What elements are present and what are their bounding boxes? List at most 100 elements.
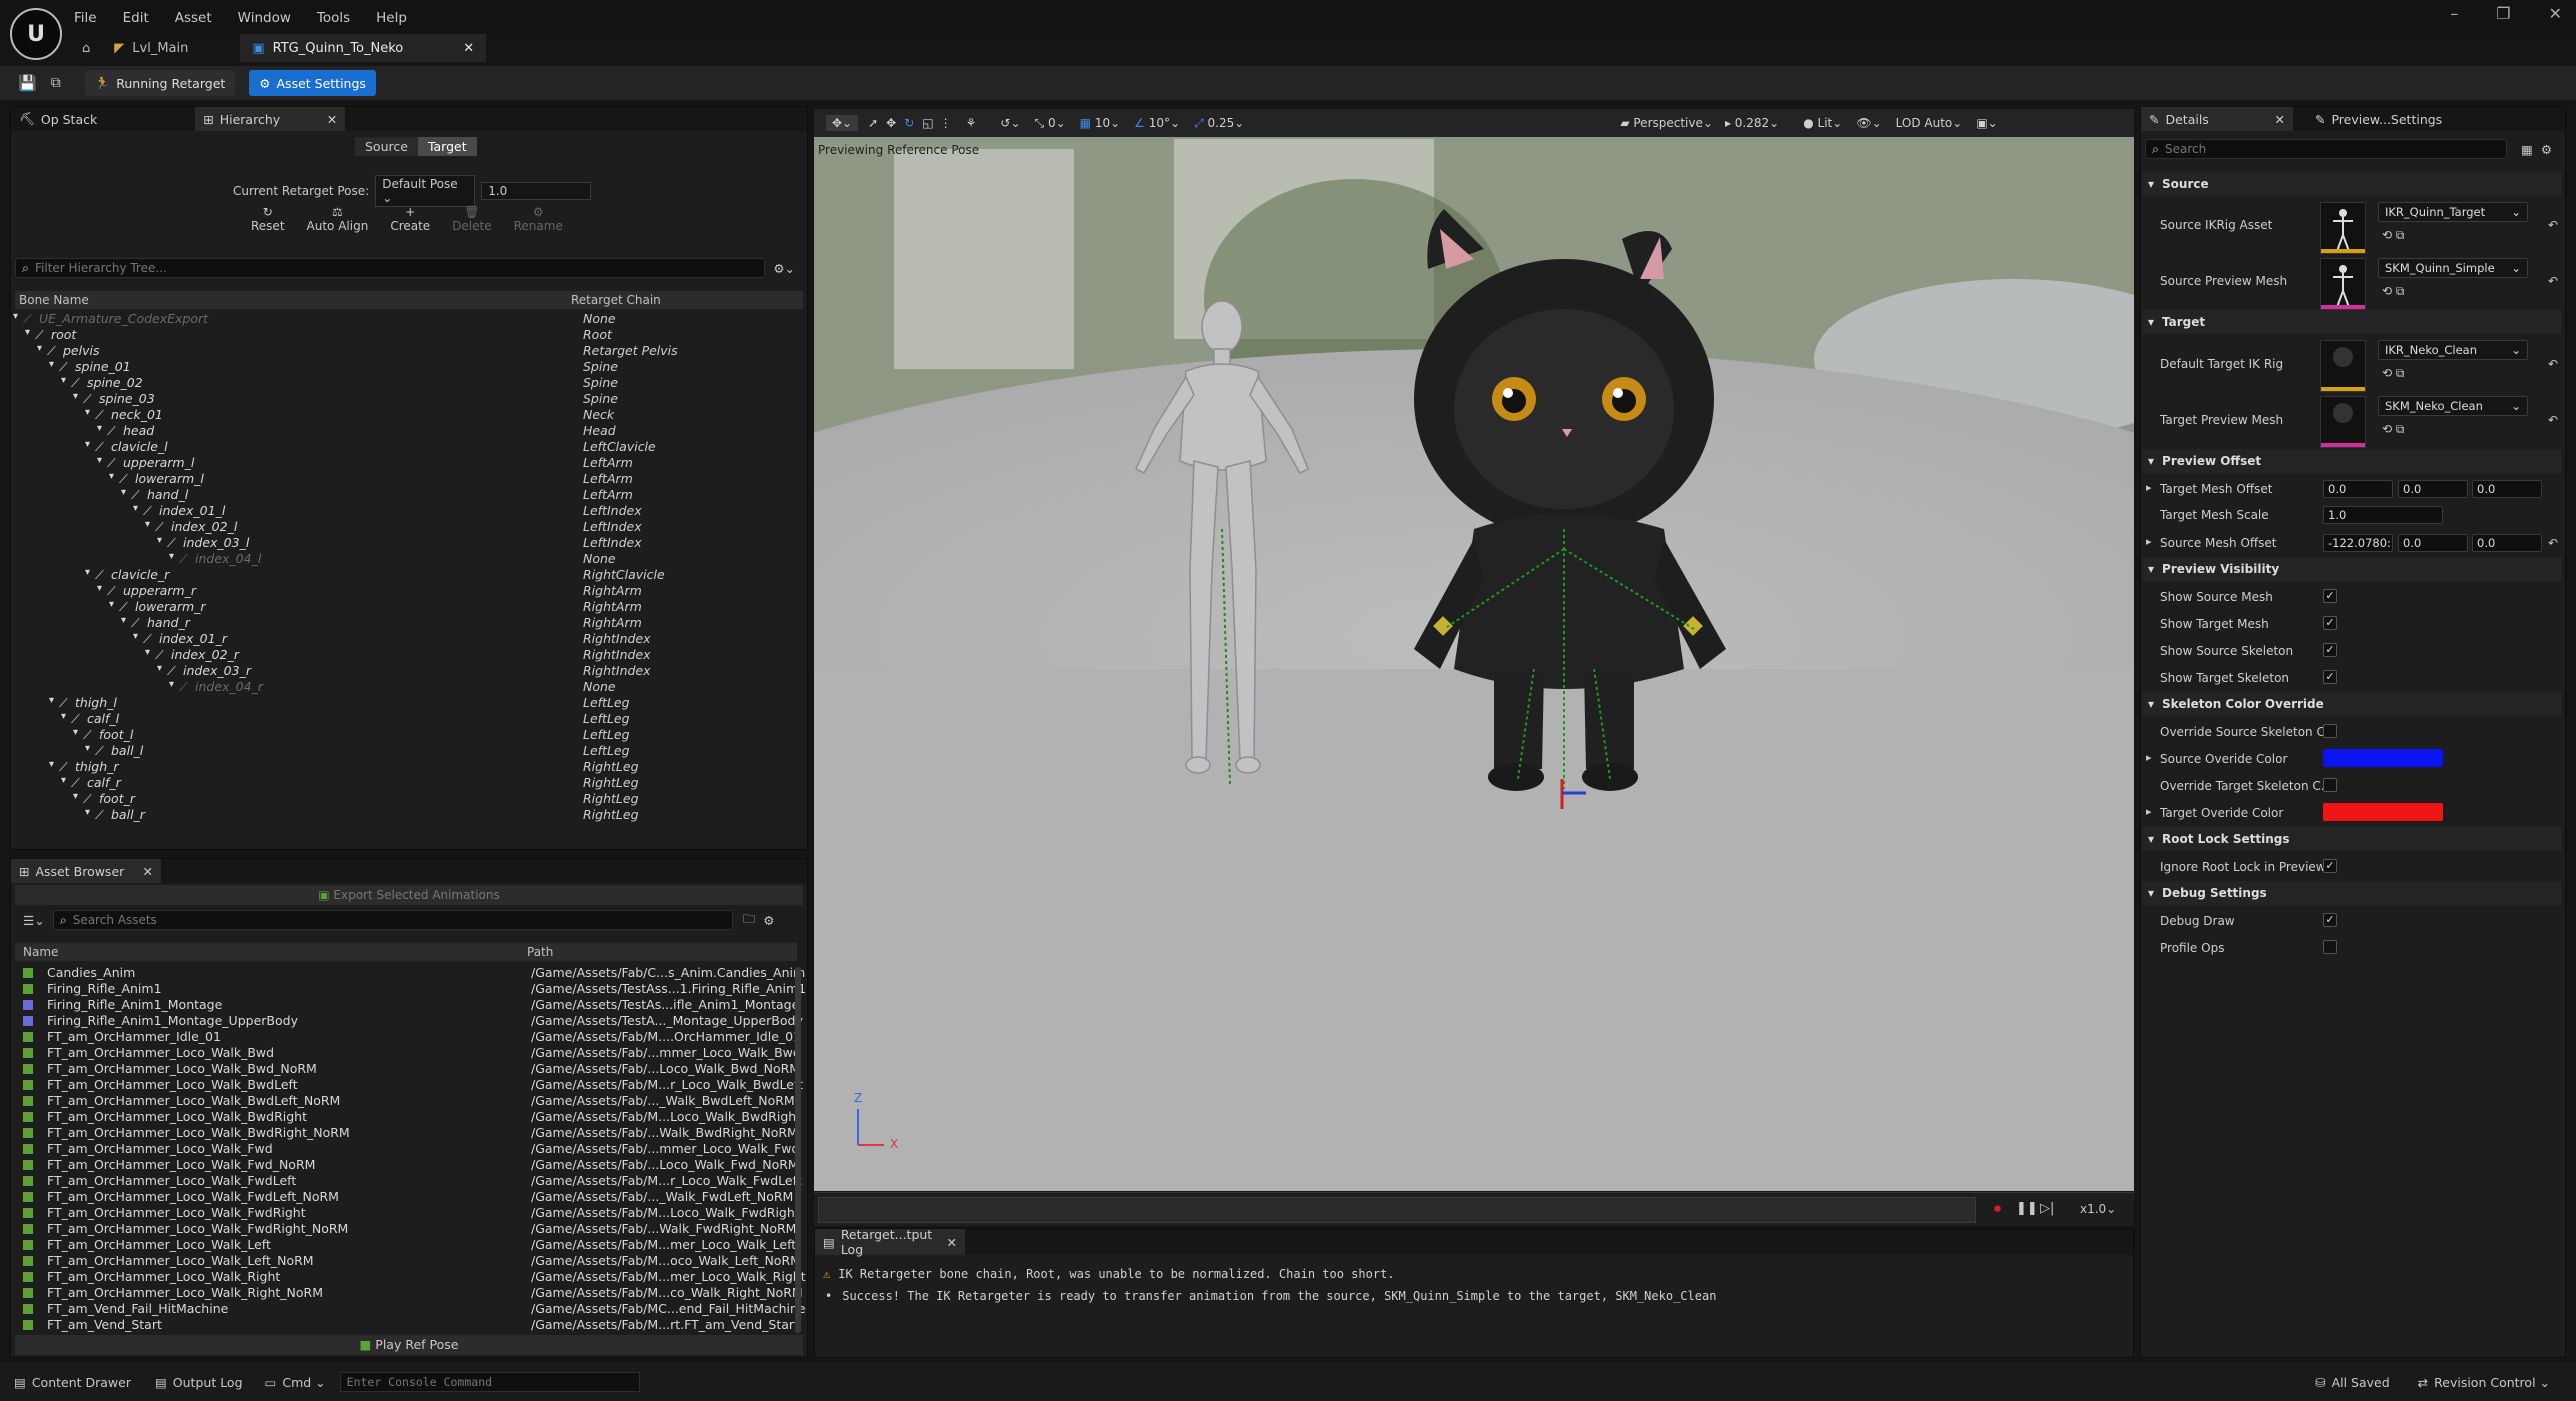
asset-row[interactable]: FT_am_OrcHammer_Loco_Walk_BwdRight_NoRM /… <box>11 1125 801 1141</box>
expand-arrow-icon[interactable]: ▾ <box>61 775 66 786</box>
tab-asset-browser[interactable]: ⊞ Asset Browser ✕ <box>11 859 161 883</box>
bone-row[interactable]: ▾ ⟋ pelvis Retarget Pelvis <box>15 343 803 359</box>
asset-row[interactable]: FT_am_OrcHammer_Loco_Walk_FwdLeft_NoRM/G… <box>11 1189 801 1205</box>
col-bone-name[interactable]: Bone Name <box>19 293 89 307</box>
target-ik-combo[interactable]: IKR_Neko_Clean ⌄ <box>2378 340 2528 360</box>
coordinate-icon[interactable]: ⚘ <box>966 116 977 130</box>
browse-asset-icon[interactable]: ⧉ <box>2396 366 2405 380</box>
asset-row[interactable]: FT_am_OrcHammer_Loco_Walk_Right/Game/Ass… <box>11 1269 806 1285</box>
output-log-button[interactable]: ▤ Output Log <box>155 1375 243 1390</box>
bone-row[interactable]: ▾ ⟋ UE_Armature_CodexExport None <box>13 311 803 327</box>
expand-arrow-icon[interactable]: ▾ <box>61 711 66 722</box>
asset-scrollbar[interactable] <box>795 967 801 1333</box>
expand-arrow-icon[interactable]: ▾ <box>25 327 30 338</box>
expand-arrow-icon[interactable]: ▾ <box>85 807 90 818</box>
bone-row[interactable]: ▾ ⟋ lowerarm_r RightArm <box>15 599 803 615</box>
source-mesh-thumbnail[interactable] <box>2320 258 2366 310</box>
rename-button[interactable]: ⚙ Rename <box>514 205 563 233</box>
show-target-skeleton-checkbox[interactable]: ✓ <box>2323 670 2337 684</box>
close-tab-icon[interactable]: ✕ <box>143 864 153 879</box>
expand-arrow-icon[interactable]: ▾ <box>133 503 138 514</box>
create-button[interactable]: + Create <box>390 205 430 233</box>
auto-align-button[interactable]: ⚖ Auto Align <box>307 205 369 233</box>
expand-arrow-icon[interactable]: ▾ <box>85 439 90 450</box>
move-icon[interactable]: ✥ <box>886 116 896 130</box>
source-offset-z[interactable]: 0.0 <box>2472 534 2542 552</box>
grid-snap-toggle[interactable]: ▦ 10⌄ <box>1080 116 1121 130</box>
menu-edit[interactable]: Edit <box>123 10 149 26</box>
bone-row[interactable]: ▾ ⟋ spine_03 Spine <box>15 391 803 407</box>
tab-lvl-main[interactable]: ◤ Lvl_Main <box>102 34 240 62</box>
expand-arrow-icon[interactable]: ▾ <box>145 647 150 658</box>
lod-dropdown[interactable]: LOD Auto⌄ <box>1896 116 1963 130</box>
details-search-wrap[interactable]: ⌕ <box>2145 139 2507 159</box>
asset-row[interactable]: FT_am_OrcHammer_Loco_Walk_Bwd_NoRM/Game/… <box>11 1061 801 1077</box>
col-path[interactable]: Path <box>527 945 553 959</box>
expand-arrow-icon[interactable]: ▾ <box>37 343 42 354</box>
chevron-right-icon[interactable]: ▸ <box>2146 535 2152 548</box>
asset-search-wrap[interactable]: ⌕ <box>52 910 733 930</box>
bone-row[interactable]: ▾ ⟋ foot_l LeftLeg <box>15 727 803 743</box>
target-offset-y[interactable]: 0.0 <box>2398 480 2468 498</box>
expand-arrow-icon[interactable]: ▾ <box>169 551 174 562</box>
rotate-icon[interactable]: ↻ <box>904 116 914 130</box>
menu-tools[interactable]: Tools <box>317 10 350 26</box>
bone-row[interactable]: ▾ ⟋ upperarm_r RightArm <box>15 583 803 599</box>
bone-row[interactable]: ▾ ⟋ thigh_l LeftLeg <box>15 695 803 711</box>
section-root-lock[interactable]: ▾ Root Lock Settings <box>2142 827 2562 851</box>
section-preview-offset[interactable]: ▾ Preview Offset <box>2142 449 2562 473</box>
browse-asset-icon[interactable]: ⧉ <box>2396 228 2405 242</box>
asset-row[interactable]: Firing_Rifle_Anim1/Game/Assets/TestAss..… <box>11 981 806 997</box>
expand-arrow-icon[interactable]: ▾ <box>157 663 162 674</box>
arrow-left-icon[interactable]: ⟲ <box>2382 284 2392 298</box>
section-preview-visibility[interactable]: ▾ Preview Visibility <box>2142 557 2562 581</box>
asset-row[interactable]: FT_am_OrcHammer_Loco_Walk_Left_NoRM/Game… <box>11 1253 801 1269</box>
snap-move-toggle[interactable]: ⤡ 0⌄ <box>1035 116 1066 131</box>
asset-row[interactable]: Firing_Rifle_Anim1_Montage_UpperBody/Gam… <box>11 1013 803 1029</box>
filter-input-wrap[interactable]: ⌕ <box>15 258 766 278</box>
content-drawer-button[interactable]: ▤ Content Drawer <box>14 1375 131 1390</box>
target-offset-z[interactable]: 0.0 <box>2472 480 2542 498</box>
show-source-mesh-checkbox[interactable]: ✓ <box>2323 589 2337 603</box>
asset-row[interactable]: FT_am_OrcHammer_Loco_Walk_BwdLeft_NoRM/G… <box>11 1093 801 1109</box>
asset-row[interactable]: FT_am_OrcHammer_Loco_Walk_FwdRight/Game/… <box>11 1205 801 1221</box>
select-icon[interactable]: ➚ <box>868 116 878 130</box>
asset-row[interactable]: FT_am_OrcHammer_Loco_Walk_Fwd/Game/Asset… <box>11 1141 801 1157</box>
expand-arrow-icon[interactable]: ▾ <box>85 743 90 754</box>
tab-op-stack[interactable]: ⛏ Op Stack <box>11 107 105 131</box>
maximize-icon[interactable]: ❐ <box>2496 4 2510 23</box>
arrow-left-icon[interactable]: ⟲ <box>2382 228 2392 242</box>
expand-arrow-icon[interactable]: ▾ <box>169 679 174 690</box>
tab-details[interactable]: ✎ Details ✕ <box>2141 107 2293 131</box>
source-mesh-combo[interactable]: SKM_Quinn_Simple ⌄ <box>2378 258 2528 278</box>
expand-arrow-icon[interactable]: ▾ <box>97 455 102 466</box>
profile-ops-checkbox[interactable] <box>2323 940 2337 954</box>
search-assets-input[interactable] <box>72 913 673 927</box>
reset-icon[interactable]: ↶ <box>2548 413 2558 427</box>
menu-window[interactable]: Window <box>238 10 291 26</box>
scale-snap-toggle[interactable]: ⤢ 0.25⌄ <box>1194 116 1244 131</box>
details-search-input[interactable] <box>2165 142 2466 156</box>
target-ik-thumbnail[interactable] <box>2320 340 2366 392</box>
bone-row[interactable]: ▾ ⟋ root Root <box>15 327 803 343</box>
target-mesh-thumbnail[interactable] <box>2320 396 2366 448</box>
gear-icon[interactable]: ⚙ <box>2541 142 2552 157</box>
asset-row[interactable]: FT_am_OrcHammer_Loco_Walk_FwdRight_NoRM /… <box>11 1221 801 1237</box>
home-tab[interactable]: ⌂ <box>70 34 102 62</box>
pose-blend-field[interactable]: 1.0 <box>481 182 592 200</box>
console-input[interactable] <box>339 1372 640 1392</box>
target-button[interactable]: Target <box>417 137 477 156</box>
fov-dropdown[interactable]: ▸ 0.282⌄ <box>1725 116 1779 130</box>
expand-arrow-icon[interactable]: ▾ <box>73 791 78 802</box>
browse-asset-icon[interactable]: ⧉ <box>2396 284 2405 298</box>
asset-row[interactable]: FT_am_Vend_Fail_HitMachine/Game/Assets/F… <box>11 1301 806 1317</box>
expand-arrow-icon[interactable]: ▾ <box>109 471 114 482</box>
override-target-checkbox[interactable] <box>2323 778 2337 792</box>
target-color-swatch[interactable] <box>2323 803 2443 821</box>
bone-row[interactable]: ▾ ⟋ ball_r RightLeg <box>15 807 803 823</box>
reset-icon[interactable]: ↶ <box>2548 218 2558 232</box>
asset-row[interactable]: FT_am_OrcHammer_Loco_Walk_BwdLeft/Game/A… <box>11 1077 803 1093</box>
ignore-root-checkbox[interactable]: ✓ <box>2323 859 2337 873</box>
reset-icon[interactable]: ↶ <box>2548 357 2558 371</box>
chevron-right-icon[interactable]: ▸ <box>2146 751 2152 764</box>
